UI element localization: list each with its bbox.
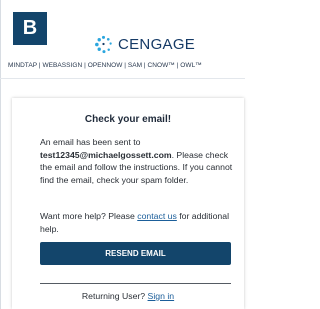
brand-name: CENGAGE xyxy=(118,36,196,53)
help-message: Want more help? Please contact us for ad… xyxy=(40,210,238,235)
sign-in-link[interactable]: Sign in xyxy=(148,291,175,301)
panel-divider xyxy=(40,283,231,284)
header-divider xyxy=(0,78,245,79)
check-email-panel: Check your email! An email has been sent… xyxy=(12,98,244,309)
returning-user-prompt: Returning User? Sign in xyxy=(12,291,244,301)
section-badge-label: B xyxy=(22,17,38,39)
cengage-logo[interactable]: CENGAGE xyxy=(94,35,195,54)
email-address: test12345@michaelgossett.com xyxy=(40,149,172,160)
cengage-dots-icon xyxy=(95,35,112,54)
returning-user-text: Returning User? xyxy=(81,291,148,301)
section-badge: B xyxy=(13,12,47,45)
intro-before-text: An email has been sent to xyxy=(40,137,141,147)
contact-us-link[interactable]: contact us xyxy=(137,211,177,221)
email-sent-message: An email has been sent to test12345@mich… xyxy=(40,136,238,187)
platform-list: MINDTAP | WEBASSIGN | OPENNOW | SAM | CN… xyxy=(8,62,202,69)
help-before-text: Want more help? Please xyxy=(40,211,138,221)
resend-email-button[interactable]: RESEND EMAIL xyxy=(40,242,231,265)
panel-title: Check your email! xyxy=(84,114,172,125)
